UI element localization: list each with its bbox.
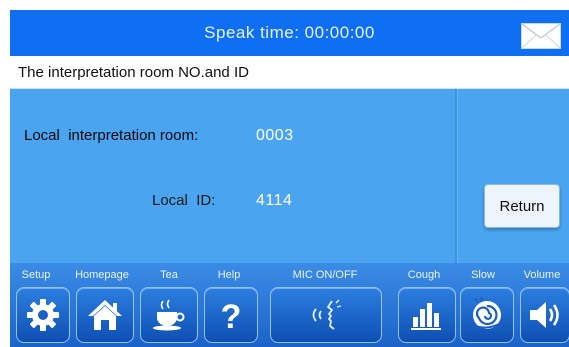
home-icon [88,300,122,330]
page-title: The interpretation room NO.and ID [18,64,249,81]
local-room-value: 0003 [256,127,294,144]
tea-label: Tea [160,269,178,281]
envelope-icon[interactable] [521,23,561,49]
setup-label: Setup [21,269,51,281]
cough-label: Cough [407,269,441,281]
tea-cup-icon [153,299,185,331]
cough-button[interactable] [398,287,456,343]
info-panel: Local interpretation room: 0003 Local ID… [10,89,569,263]
volume-label: Volume [523,269,561,281]
help-button[interactable]: ? [204,287,258,343]
local-id-label: Local ID: [152,192,216,209]
bars-icon [411,303,441,330]
mic-toggle-button[interactable] [270,287,382,343]
tea-button[interactable] [140,287,198,343]
subheader-bar: The interpretation room NO.and ID [10,58,569,89]
speaker-icon [530,302,559,328]
homepage-button[interactable] [76,287,134,343]
local-room-label: Local interpretation room: [24,127,199,144]
snail-icon [473,296,501,329]
svg-text:?: ? [221,298,242,334]
slow-button[interactable] [460,287,514,343]
return-button[interactable]: Return [484,184,560,228]
microphone-speaking-icon [312,299,342,330]
speak-time-value: 00:00:00 [304,23,375,42]
header-bar: Speak time: 00:00:00 [10,10,569,56]
slow-label: Slow [471,269,495,281]
volume-button[interactable] [520,287,569,343]
question-icon: ? [221,298,242,334]
bottom-toolbar: Setup Homepage Tea Help MIC ON/OFF Cough… [10,263,569,347]
setup-button[interactable] [16,287,70,343]
speak-time-label: Speak time: [204,23,300,42]
local-id-value: 4114 [256,192,293,209]
app-frame: Speak time: 00:00:00 The interpretation … [0,0,569,347]
mic-label: MIC ON/OFF [292,269,358,281]
speak-time: Speak time: 00:00:00 [10,10,569,56]
help-label: Help [217,269,241,281]
homepage-label: Homepage [75,269,129,281]
gear-icon [27,299,59,331]
panel-divider [455,89,457,263]
